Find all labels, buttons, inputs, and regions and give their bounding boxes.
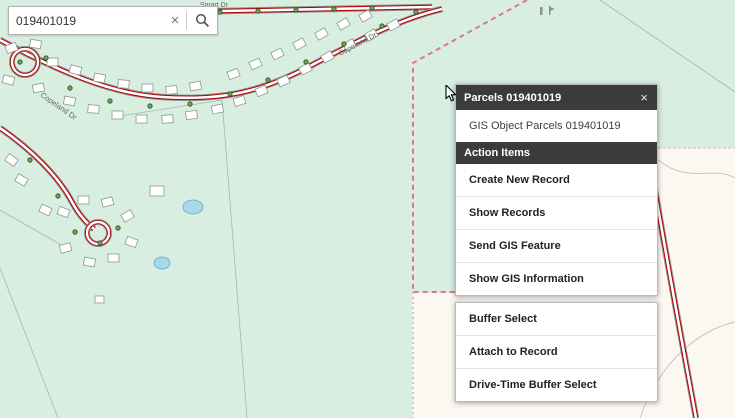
popup-title: Parcels 019401019 <box>464 92 561 104</box>
close-icon[interactable]: × <box>639 91 649 104</box>
menu-item-create-new-record[interactable]: Create New Record <box>456 164 657 196</box>
parcel-popup-main-panel: Parcels 019401019 × GIS Object Parcels 0… <box>455 84 658 296</box>
menu-item-show-gis-information[interactable]: Show GIS Information <box>456 262 657 295</box>
parcel-popup-secondary-panel: Buffer Select Attach to Record Drive-Tim… <box>455 302 658 402</box>
search-input[interactable] <box>9 14 164 28</box>
popup-header[interactable]: Parcels 019401019 × <box>456 85 657 110</box>
gis-map-view: Smart Dr Copeland Dr Copeland Dr × Parce… <box>0 0 735 418</box>
menu-item-drive-time-buffer-select[interactable]: Drive-Time Buffer Select <box>456 368 657 401</box>
menu-item-show-records[interactable]: Show Records <box>456 196 657 229</box>
search-icon <box>195 13 210 28</box>
parcel-popup: Parcels 019401019 × GIS Object Parcels 0… <box>455 84 658 402</box>
clear-search-button[interactable]: × <box>164 7 186 34</box>
parcel-search-box: × <box>8 6 218 35</box>
menu-item-buffer-select[interactable]: Buffer Select <box>456 303 657 335</box>
search-button[interactable] <box>187 7 217 34</box>
gis-object-row[interactable]: GIS Object Parcels 019401019 <box>456 110 657 142</box>
menu-item-attach-to-record[interactable]: Attach to Record <box>456 335 657 368</box>
action-items-header: Action Items <box>456 142 657 164</box>
menu-item-send-gis-feature[interactable]: Send GIS Feature <box>456 229 657 262</box>
